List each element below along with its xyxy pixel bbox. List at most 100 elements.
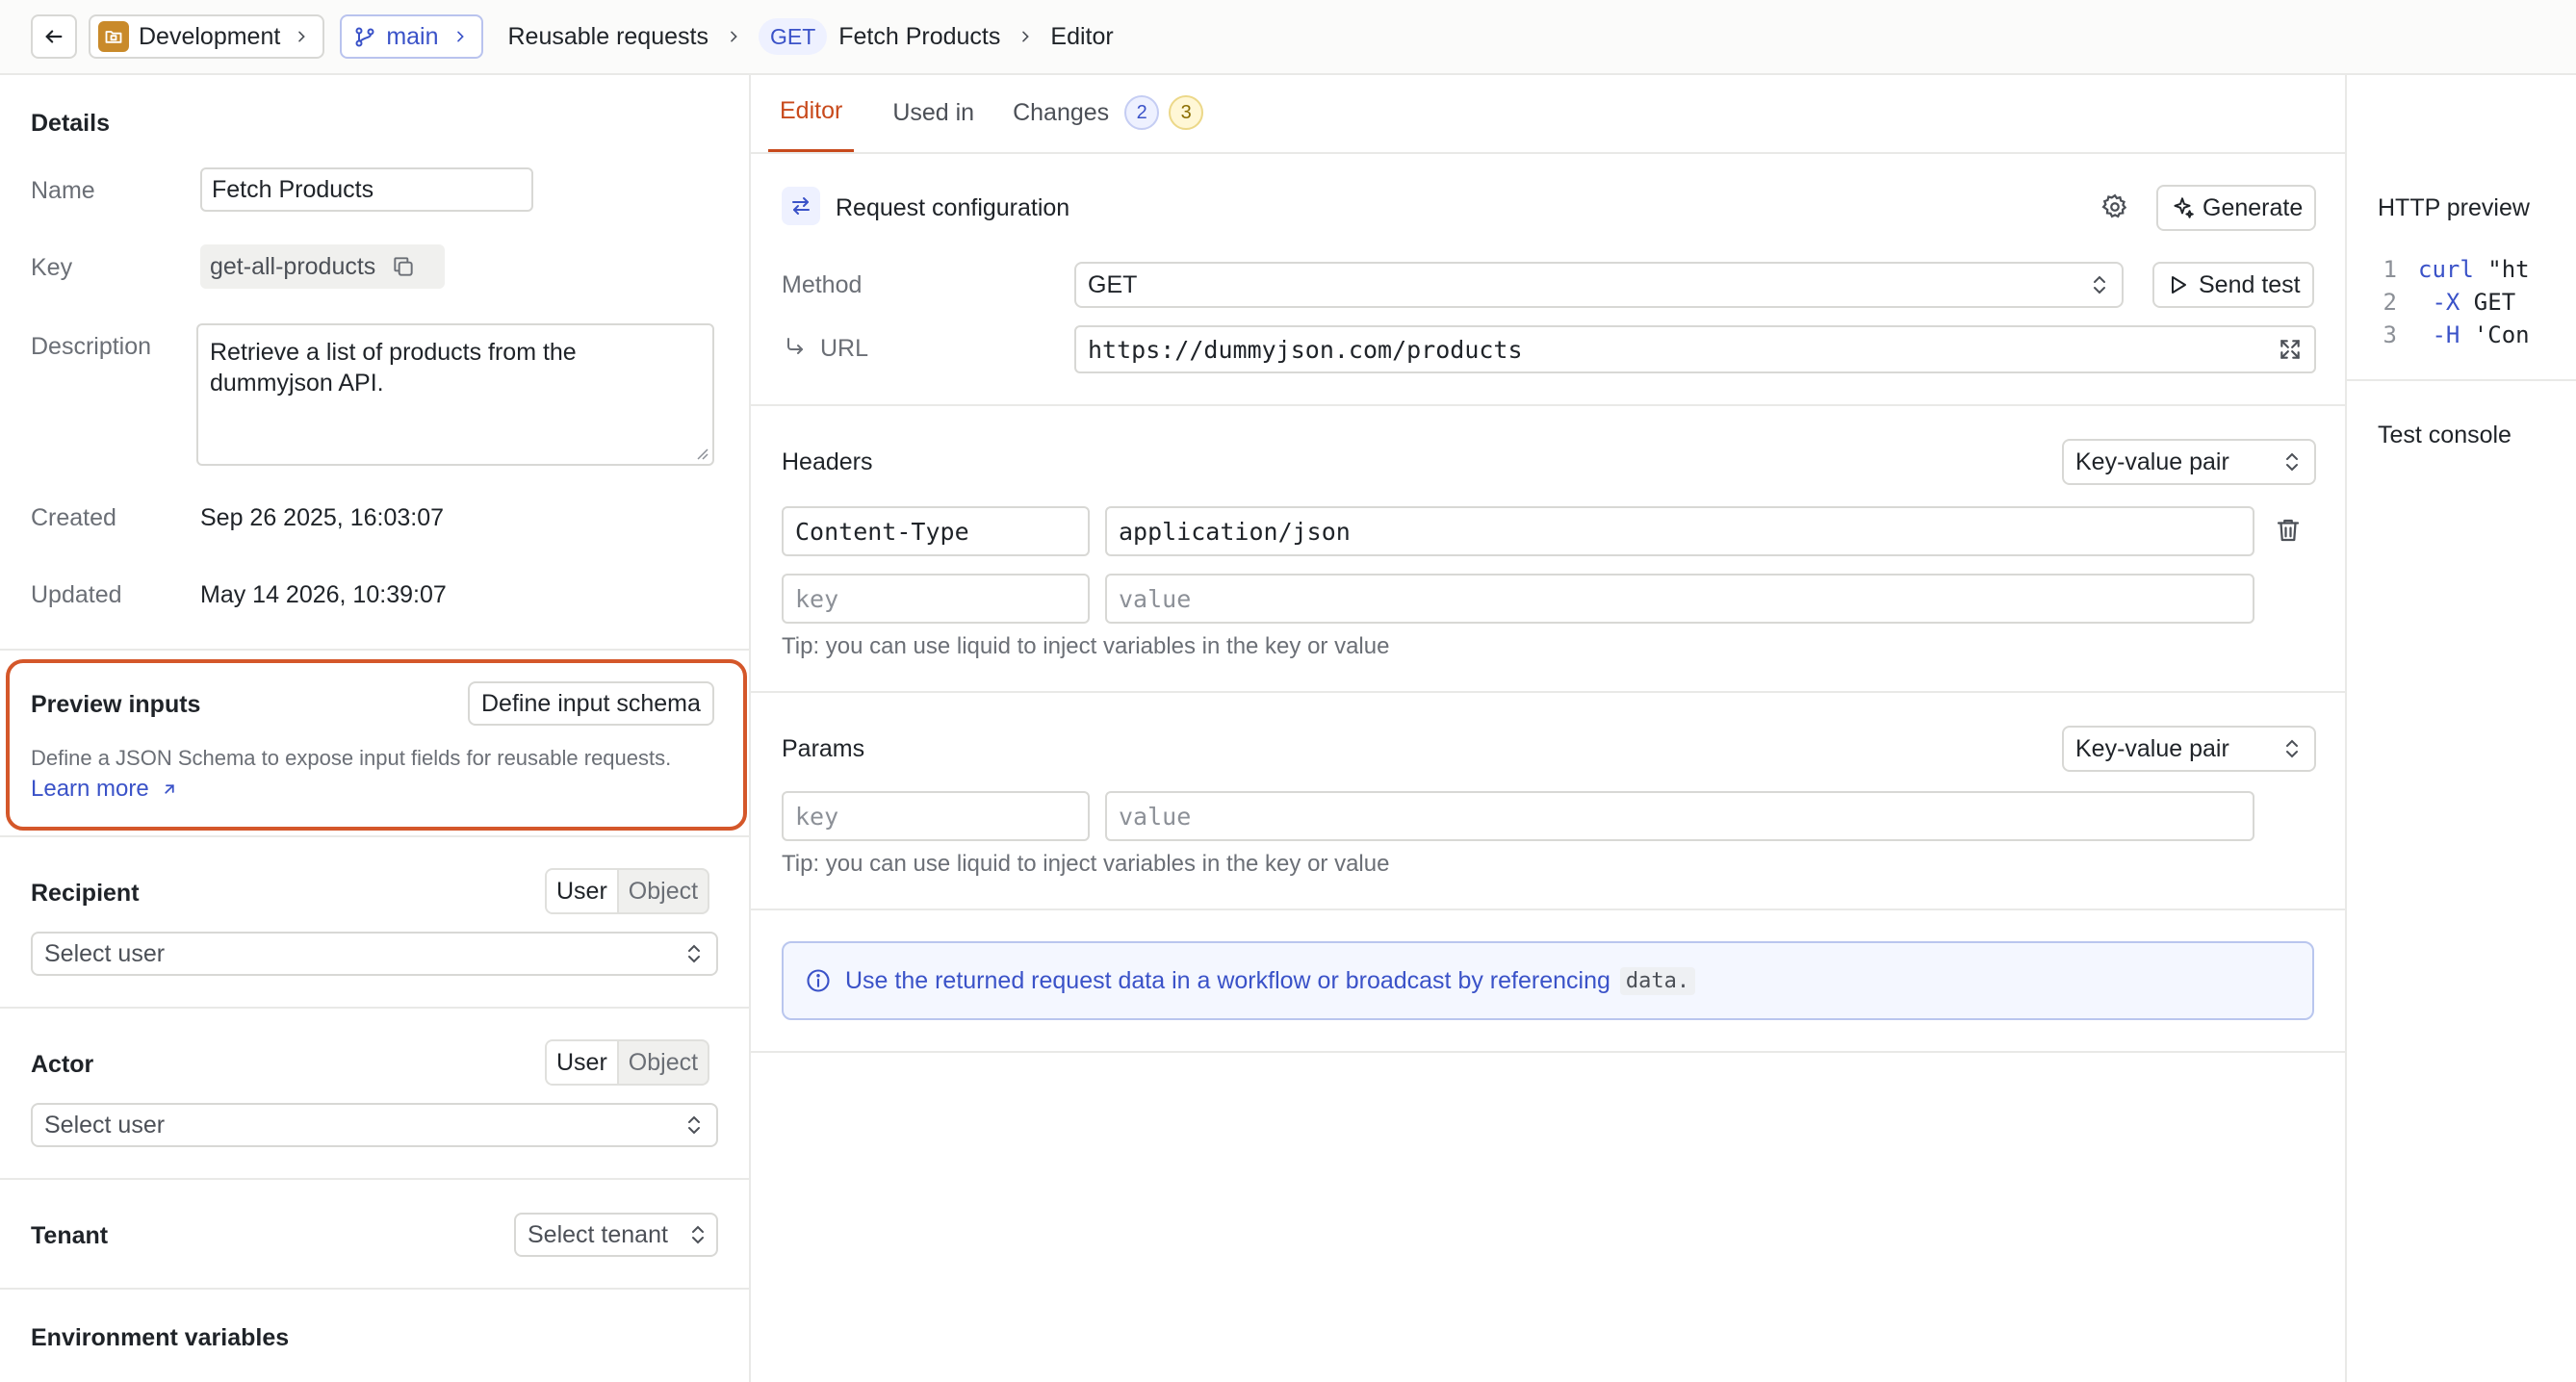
environment-name: Development [139, 22, 281, 50]
divider [751, 404, 2347, 406]
key-label: Key [31, 254, 73, 281]
divider [0, 1007, 751, 1009]
changes-badge-blue: 2 [1124, 95, 1160, 130]
chevron-up-down-icon [688, 1115, 700, 1135]
url-value: https://dummyjson.com/products [1088, 335, 1523, 364]
git-branch-icon [355, 27, 374, 47]
code-text: "ht [2473, 256, 2530, 283]
environment-variables-title: Environment variables [31, 1324, 290, 1351]
recipient-option-object[interactable]: Object [619, 870, 708, 912]
define-input-schema-button[interactable]: Define input schema [468, 681, 714, 726]
header-value-input-empty[interactable]: value [1105, 574, 2254, 624]
headers-title: Headers [782, 448, 873, 475]
divider [0, 1288, 751, 1290]
code-keyword: curl [2418, 256, 2474, 283]
recipient-select[interactable]: Select user [31, 932, 718, 976]
line-number: 2 [2383, 289, 2397, 316]
tenant-select[interactable]: Select tenant [514, 1213, 718, 1257]
tenant-select-value: Select tenant [528, 1220, 668, 1248]
updated-label: Updated [31, 581, 122, 608]
corner-down-right-icon [787, 338, 803, 354]
request-configuration-title: Request configuration [836, 194, 1070, 221]
tab-used-in[interactable]: Used in [892, 73, 974, 152]
gear-icon[interactable] [2100, 192, 2129, 221]
branch-name: main [386, 22, 439, 50]
url-input[interactable]: https://dummyjson.com/products [1074, 325, 2316, 373]
details-title: Details [31, 110, 110, 137]
test-console-title: Test console [2378, 422, 2512, 448]
header-key-input[interactable]: Content-Type [782, 506, 1090, 556]
params-mode-select[interactable]: Key-value pair [2062, 726, 2316, 772]
divider [0, 835, 751, 837]
actor-option-object[interactable]: Object [619, 1041, 708, 1084]
recipient-option-user[interactable]: User [547, 870, 619, 912]
key-text: get-all-products [210, 252, 376, 280]
chevron-up-down-icon [2286, 452, 2298, 472]
divider [751, 691, 2347, 693]
tab-editor[interactable]: Editor [768, 73, 855, 152]
key-value: get-all-products [200, 244, 445, 289]
info-code: data. [1619, 966, 1696, 995]
tab-changes[interactable]: Changes 2 3 [1013, 73, 1204, 152]
code-text: GET [2460, 289, 2516, 316]
recipient-select-value: Select user [44, 939, 166, 967]
copy-icon[interactable] [391, 254, 416, 279]
created-label: Created [31, 504, 116, 531]
code-line: 3 -H 'Con [2347, 321, 2530, 348]
folder-icon [98, 21, 129, 52]
divider [0, 1178, 751, 1180]
send-test-button[interactable]: Send test [2152, 262, 2314, 308]
info-text: Use the returned request data in a workf… [845, 966, 1610, 994]
headers-mode-value: Key-value pair [2075, 448, 2229, 475]
updated-value: May 14 2026, 10:39:07 [200, 581, 447, 608]
line-number: 3 [2383, 321, 2397, 348]
details-panel: Details Name Fetch Products Key get-all-… [0, 75, 751, 1382]
back-button[interactable] [31, 14, 77, 59]
params-mode-value: Key-value pair [2075, 734, 2229, 762]
arrow-left-icon [45, 30, 63, 43]
method-select-value: GET [1088, 270, 1138, 298]
top-bar: Development main Reusable requests GET F… [0, 0, 2576, 75]
method-select[interactable]: GET [1074, 262, 2124, 308]
editor-panel: Editor Used in Changes 2 3 Request confi… [751, 75, 2347, 1382]
breadcrumb-reusable-requests[interactable]: Reusable requests [508, 23, 708, 51]
resize-handle-icon[interactable] [693, 445, 708, 460]
header-value-input[interactable]: application/json [1105, 506, 2254, 556]
description-textarea[interactable]: Retrieve a list of products from the dum… [196, 323, 714, 466]
external-link-icon [165, 784, 174, 794]
breadcrumb-request-name[interactable]: Fetch Products [838, 23, 1000, 51]
headers-mode-select[interactable]: Key-value pair [2062, 439, 2316, 485]
description-label: Description [31, 333, 152, 360]
tenant-title: Tenant [31, 1222, 109, 1249]
chevron-right-icon [452, 29, 468, 44]
actor-type-toggle: User Object [545, 1039, 710, 1086]
chevron-up-down-icon [692, 1225, 704, 1244]
recipient-title: Recipient [31, 880, 140, 907]
expand-icon[interactable] [2278, 337, 2303, 362]
actor-option-user[interactable]: User [547, 1041, 619, 1084]
header-key-input-empty[interactable]: key [782, 574, 1090, 624]
param-key-input[interactable]: key [782, 791, 1090, 841]
name-input[interactable]: Fetch Products [200, 167, 533, 212]
divider [751, 909, 2347, 910]
environment-switcher[interactable]: Development [89, 14, 325, 59]
code-line: 1 curl "ht [2347, 256, 2530, 283]
breadcrumb-current-page: Editor [1050, 22, 1114, 50]
name-label: Name [31, 177, 95, 204]
param-value-input[interactable]: value [1105, 791, 2254, 841]
send-test-label: Send test [2199, 270, 2301, 298]
learn-more-link[interactable]: Learn more [31, 776, 178, 803]
generate-button[interactable]: Generate [2156, 185, 2317, 231]
chevron-right-icon [726, 29, 741, 44]
branch-switcher[interactable]: main [340, 14, 483, 59]
chevron-right-icon [1018, 29, 1033, 44]
code-keyword: -X [2418, 289, 2460, 316]
trash-icon[interactable] [2274, 516, 2303, 545]
chevron-up-down-icon [688, 944, 700, 963]
generate-label: Generate [2202, 193, 2304, 221]
preview-inputs-title: Preview inputs [31, 691, 201, 718]
http-preview-panel: HTTP preview 1 curl "ht 2 -X GET 3 -H 'Co… [2347, 75, 2576, 1382]
actor-select-value: Select user [44, 1111, 166, 1139]
actor-select[interactable]: Select user [31, 1103, 718, 1147]
actor-title: Actor [31, 1051, 94, 1078]
